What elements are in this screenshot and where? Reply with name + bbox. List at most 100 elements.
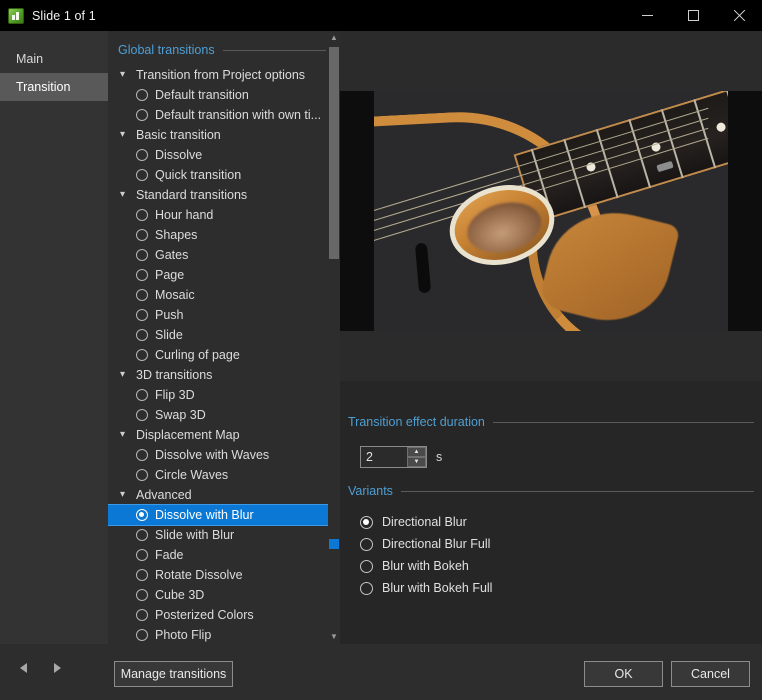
manage-transitions-button[interactable]: Manage transitions — [114, 661, 233, 687]
variant-option-row[interactable]: Directional Blur — [360, 511, 754, 533]
tab-transition[interactable]: Transition — [0, 73, 108, 101]
transition-item-row[interactable]: Curling of page — [108, 345, 340, 365]
transition-row-label: Gates — [155, 248, 189, 262]
radio-icon[interactable] — [136, 589, 148, 601]
transition-group-row[interactable]: ▾ 3D transitions — [108, 365, 340, 385]
transition-item-row[interactable]: Fade — [108, 545, 340, 565]
transition-item-row[interactable]: Cube 3D — [108, 585, 340, 605]
window-controls — [624, 0, 762, 31]
radio-icon[interactable] — [136, 569, 148, 581]
variant-option-row[interactable]: Blur with Bokeh — [360, 555, 754, 577]
radio-icon[interactable] — [136, 629, 148, 641]
radio-icon[interactable] — [360, 537, 373, 551]
scroll-up-icon[interactable]: ▲ — [328, 31, 340, 45]
transition-group-row[interactable]: ▾ Standard transitions — [108, 185, 340, 205]
variant-option-row[interactable]: Blur with Bokeh Full — [360, 577, 754, 599]
tab-main-label: Main — [16, 52, 44, 66]
radio-icon[interactable] — [136, 249, 148, 261]
radio-icon[interactable] — [136, 349, 148, 361]
chevron-down-icon[interactable]: ▾ — [120, 430, 134, 440]
variant-option-label: Blur with Bokeh — [382, 559, 469, 573]
transition-item-row[interactable]: Default transition with own ti... — [108, 105, 340, 125]
close-button[interactable] — [716, 0, 762, 31]
duration-control-row: ▲ ▼ s — [360, 446, 754, 468]
ok-button[interactable]: OK — [584, 661, 663, 687]
radio-icon[interactable] — [136, 509, 148, 521]
cancel-button[interactable]: Cancel — [671, 661, 750, 687]
transition-group-row[interactable]: ▾ Transition from Project options — [108, 65, 340, 85]
maximize-icon — [687, 10, 699, 21]
transition-item-row[interactable]: Dissolve with Waves — [108, 445, 340, 465]
radio-icon[interactable] — [136, 149, 148, 161]
transition-item-row[interactable]: Slide with Blur — [108, 525, 340, 545]
chevron-down-icon[interactable]: ▾ — [120, 490, 134, 500]
duration-decrement-button[interactable]: ▼ — [407, 457, 426, 467]
chevron-left-icon — [19, 663, 27, 673]
transition-item-row[interactable]: Circle Waves — [108, 465, 340, 485]
transition-item-row[interactable]: Gates — [108, 245, 340, 265]
transition-item-row[interactable]: Swap 3D — [108, 405, 340, 425]
transition-item-row[interactable]: Dissolve with Blur — [108, 504, 339, 526]
radio-icon[interactable] — [136, 449, 148, 461]
radio-icon[interactable] — [136, 269, 148, 281]
transition-item-row[interactable]: Posterized Colors — [108, 605, 340, 625]
radio-icon[interactable] — [136, 289, 148, 301]
chevron-down-icon[interactable]: ▾ — [120, 70, 134, 80]
duration-spinner[interactable]: ▲ ▼ — [360, 446, 427, 468]
duration-input[interactable] — [361, 447, 407, 467]
minimize-button[interactable] — [624, 0, 670, 31]
transition-rows: ▾ Transition from Project options Default … — [108, 65, 340, 644]
transition-item-row[interactable]: Photo Flip — [108, 625, 340, 644]
chevron-down-icon[interactable]: ▾ — [120, 130, 134, 140]
transition-group-row[interactable]: ▾ Basic transition — [108, 125, 340, 145]
radio-icon[interactable] — [136, 169, 148, 181]
transition-group-row[interactable]: ▾ Displacement Map — [108, 425, 340, 445]
transition-row-label: 3D transitions — [136, 368, 213, 382]
scrollbar-thumb[interactable] — [329, 47, 339, 259]
scroll-down-icon[interactable]: ▼ — [328, 630, 340, 644]
transition-row-label: Standard transitions — [136, 188, 248, 202]
duration-increment-button[interactable]: ▲ — [407, 447, 426, 457]
transition-row-label: Cube 3D — [155, 588, 205, 602]
list-vertical-scrollbar[interactable]: ▲ ▼ — [328, 31, 340, 644]
radio-icon[interactable] — [136, 549, 148, 561]
radio-icon[interactable] — [360, 581, 373, 595]
radio-icon[interactable] — [136, 89, 148, 101]
next-slide-button[interactable] — [44, 655, 70, 681]
chevron-down-icon[interactable]: ▾ — [120, 370, 134, 380]
chevron-down-icon[interactable]: ▾ — [120, 190, 134, 200]
radio-icon[interactable] — [136, 109, 148, 121]
transition-item-row[interactable]: Dissolve — [108, 145, 340, 165]
transition-item-row[interactable]: Slide — [108, 325, 340, 345]
radio-icon[interactable] — [136, 609, 148, 621]
variant-options: Directional Blur Directional Blur Full Blu… — [360, 511, 754, 599]
transition-item-row[interactable]: Default transition — [108, 85, 340, 105]
transition-item-row[interactable]: Page — [108, 265, 340, 285]
transition-item-row[interactable]: Hour hand — [108, 205, 340, 225]
radio-icon[interactable] — [136, 409, 148, 421]
transition-item-row[interactable]: Quick transition — [108, 165, 340, 185]
transition-item-row[interactable]: Push — [108, 305, 340, 325]
slide-preview[interactable] — [340, 31, 762, 381]
radio-icon[interactable] — [136, 529, 148, 541]
maximize-button[interactable] — [670, 0, 716, 31]
transition-item-row[interactable]: Flip 3D — [108, 385, 340, 405]
transition-list-pane: Global transitions ▾ Transition from Proj… — [108, 31, 340, 644]
transition-item-row[interactable]: Shapes — [108, 225, 340, 245]
variant-option-row[interactable]: Directional Blur Full — [360, 533, 754, 555]
radio-icon[interactable] — [136, 329, 148, 341]
variant-option-label: Directional Blur — [382, 515, 467, 529]
radio-icon[interactable] — [136, 309, 148, 321]
transition-item-row[interactable]: Rotate Dissolve — [108, 565, 340, 585]
radio-icon[interactable] — [136, 209, 148, 221]
previous-slide-button[interactable] — [10, 655, 36, 681]
tab-main[interactable]: Main — [0, 45, 108, 73]
transition-row-label: Displacement Map — [136, 428, 240, 442]
transition-group-row[interactable]: ▾ Advanced — [108, 485, 340, 505]
radio-icon[interactable] — [136, 389, 148, 401]
radio-icon[interactable] — [360, 515, 373, 529]
transition-item-row[interactable]: Mosaic — [108, 285, 340, 305]
radio-icon[interactable] — [360, 559, 373, 573]
radio-icon[interactable] — [136, 229, 148, 241]
radio-icon[interactable] — [136, 469, 148, 481]
